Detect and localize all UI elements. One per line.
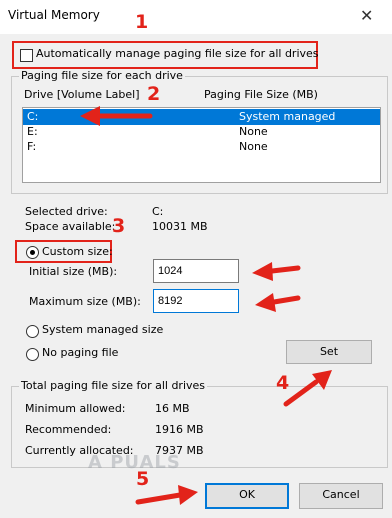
arrow-icon [252, 262, 301, 281]
arrow-icon [283, 370, 332, 407]
arrow-icon [255, 293, 301, 312]
arrow-icon [80, 106, 153, 126]
arrow-icon [135, 485, 198, 505]
annotation-arrows [80, 106, 332, 505]
